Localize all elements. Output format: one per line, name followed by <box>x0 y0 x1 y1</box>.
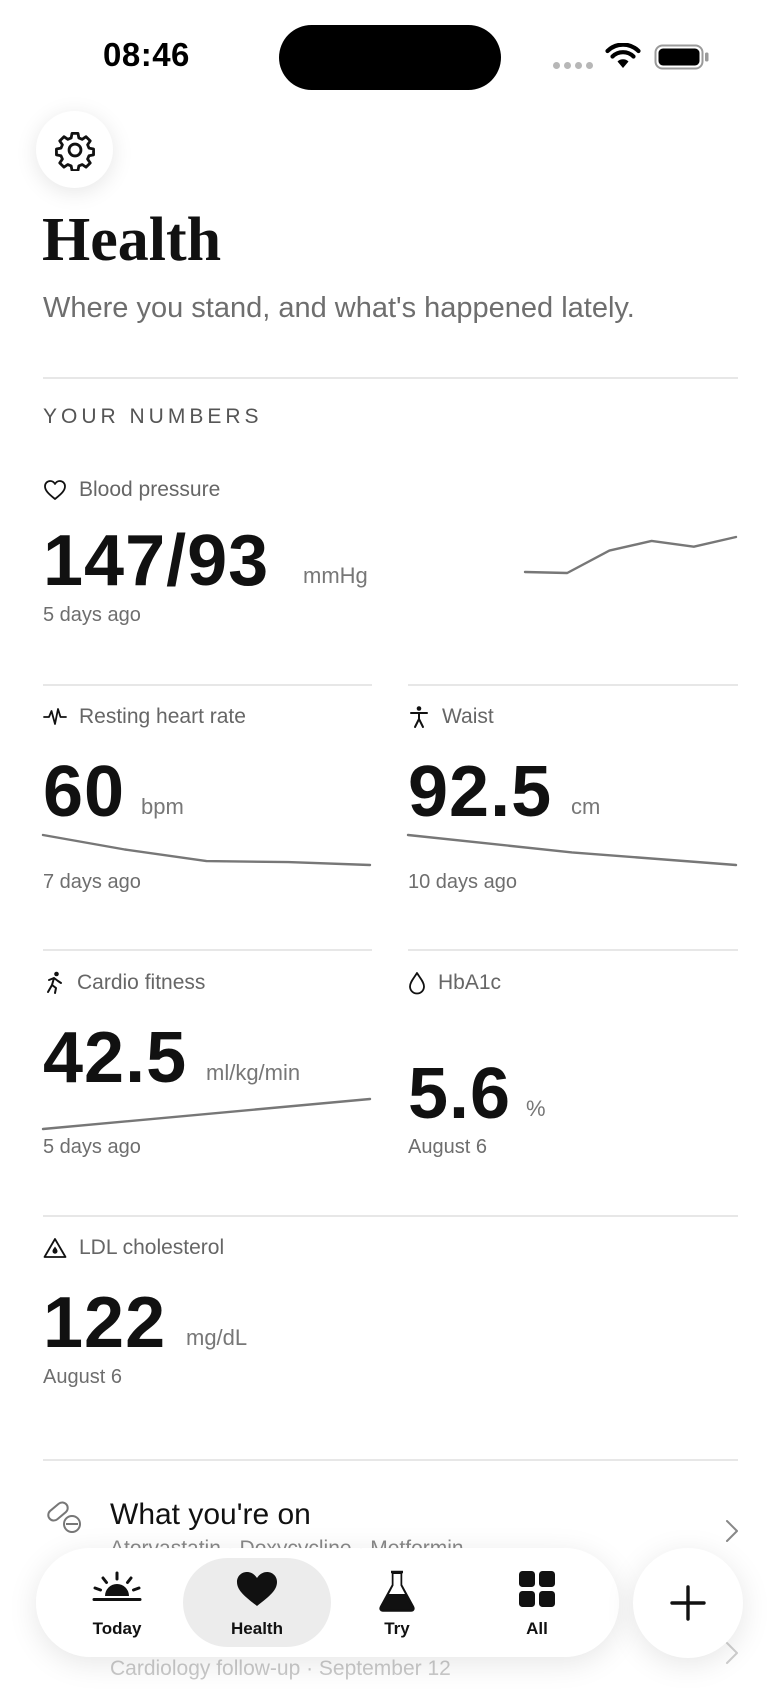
metric-blood-pressure[interactable]: Blood pressure 147/93 mmHg 5 days ago <box>43 475 738 635</box>
divider <box>408 949 738 951</box>
metric-unit: cm <box>571 794 601 819</box>
metric-unit: bpm <box>141 794 184 819</box>
metric-unit: mmHg <box>303 563 368 588</box>
metric-value: 122 <box>43 1283 167 1363</box>
divider <box>43 1215 738 1217</box>
heart-outline-icon <box>44 480 66 500</box>
metric-hba1c[interactable]: HbA1c 5.6 % August 6 <box>408 971 738 1161</box>
battery-icon <box>654 44 709 70</box>
metric-label: Blood pressure <box>79 478 221 501</box>
trend-sparkline <box>406 833 738 867</box>
divider <box>408 684 738 686</box>
metric-value: 42.5 <box>43 1018 188 1098</box>
metric-date: August 6 <box>408 1136 487 1158</box>
divider <box>43 949 372 951</box>
status-time: 08:46 <box>103 36 190 73</box>
chevron-right-icon[interactable] <box>725 1641 739 1665</box>
tab-label: Try <box>384 1619 410 1638</box>
trend-sparkline <box>41 833 372 867</box>
tab-try[interactable]: Try <box>323 1558 471 1647</box>
trend-sparkline <box>41 1097 372 1131</box>
metric-value: 60 <box>43 752 126 832</box>
page-subtitle: Where you stand, and what's happened lat… <box>43 292 635 324</box>
divider <box>43 377 738 379</box>
running-icon <box>47 971 62 994</box>
metric-date: 5 days ago <box>43 604 141 626</box>
tab-bar: Today Health Try All <box>36 1548 619 1657</box>
tab-all[interactable]: All <box>463 1558 611 1647</box>
metric-label: Resting heart rate <box>79 705 246 728</box>
plus-icon <box>670 1585 706 1621</box>
sparkline-path <box>523 535 738 575</box>
metric-unit: % <box>526 1096 546 1121</box>
metric-value: 147/93 <box>43 521 270 601</box>
metric-date: 7 days ago <box>43 871 141 893</box>
metric-label: LDL cholesterol <box>79 1236 225 1259</box>
metric-value: 5.6 <box>408 1054 512 1134</box>
metric-label: Waist <box>442 705 494 728</box>
sparkline-path <box>406 833 738 867</box>
dynamic-island <box>279 25 501 90</box>
sunrise-icon <box>92 1571 142 1601</box>
metric-value: 92.5 <box>408 752 553 832</box>
metric-ldl-cholesterol[interactable]: LDL cholesterol 122 mg/dL August 6 <box>43 1236 738 1396</box>
metric-waist[interactable]: Waist 92.5 cm 10 days ago <box>406 705 738 895</box>
metric-date: 5 days ago <box>43 1136 141 1158</box>
metric-date: 10 days ago <box>408 871 517 893</box>
metric-cardio-fitness[interactable]: Cardio fitness 42.5 ml/kg/min 5 days ago <box>41 971 372 1161</box>
wifi-icon <box>605 43 641 68</box>
sparkline-path <box>41 1097 372 1131</box>
person-icon <box>410 706 428 728</box>
flask-icon <box>379 1570 415 1612</box>
tab-label: Today <box>92 1619 142 1638</box>
page-title: Health <box>42 206 222 274</box>
divider <box>43 1459 738 1461</box>
appointment-row-subtitle: Cardiology follow-up · September 12 <box>110 1657 451 1680</box>
grid-icon <box>519 1571 555 1607</box>
section-label: YOUR NUMBERS <box>43 405 263 428</box>
drop-icon <box>409 972 425 995</box>
trend-sparkline <box>523 535 738 575</box>
tab-health[interactable]: Health <box>183 1558 331 1647</box>
metric-unit: mg/dL <box>186 1325 248 1350</box>
tab-label: All <box>526 1619 548 1638</box>
settings-button[interactable] <box>36 111 113 188</box>
warning-icon <box>43 1238 67 1258</box>
pulse-icon <box>43 708 67 725</box>
metric-label: Cardio fitness <box>77 971 206 994</box>
metric-unit: ml/kg/min <box>206 1060 301 1085</box>
divider <box>43 684 372 686</box>
metric-resting-heart-rate[interactable]: Resting heart rate 60 bpm 7 days ago <box>41 705 372 895</box>
metric-date: August 6 <box>43 1366 122 1388</box>
tab-label: Health <box>231 1619 283 1638</box>
sparkline-path <box>41 833 372 867</box>
pills-icon <box>47 1501 81 1533</box>
tab-today[interactable]: Today <box>43 1558 191 1647</box>
chevron-right-icon[interactable] <box>725 1519 739 1543</box>
medications-row-title[interactable]: What you're on <box>110 1498 311 1532</box>
cellular-signal-icon <box>553 62 593 70</box>
heart-icon <box>237 1572 277 1606</box>
gear-icon <box>54 131 95 171</box>
metric-label: HbA1c <box>438 971 502 994</box>
add-button[interactable] <box>633 1548 743 1658</box>
